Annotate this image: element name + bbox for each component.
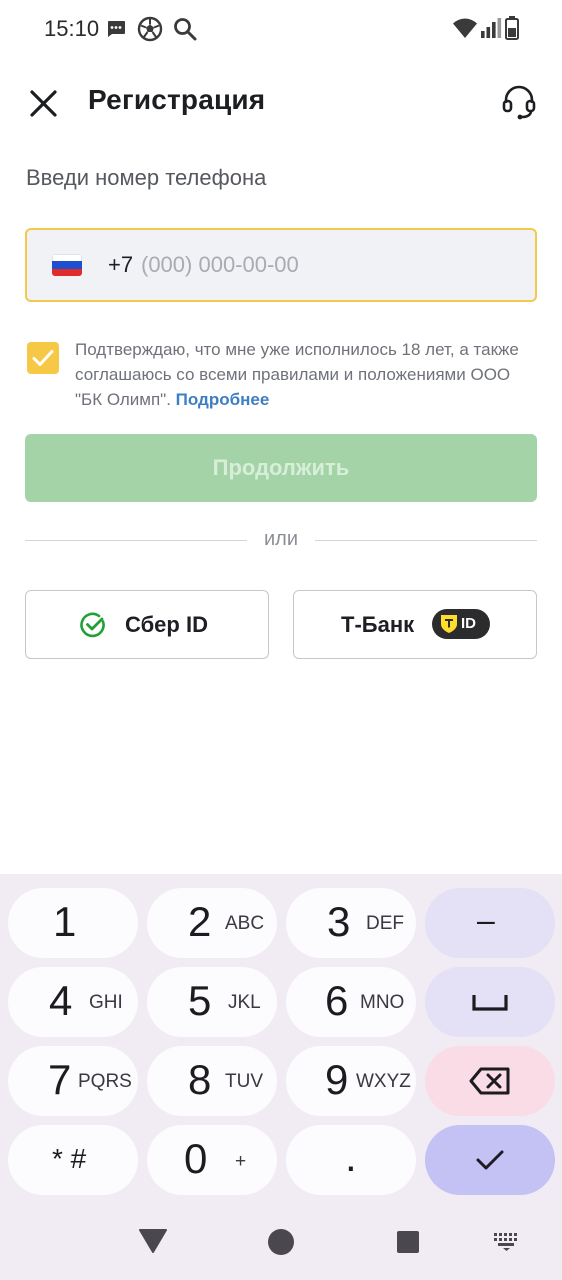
status-bar: 15:10 xyxy=(0,0,562,58)
key-0-plus: + xyxy=(235,1151,247,1172)
headset-icon xyxy=(502,85,536,120)
key-9-digit: 9 xyxy=(325,1056,349,1103)
checkmark-icon xyxy=(32,350,54,366)
checkmark-icon xyxy=(476,1150,504,1170)
key-8[interactable]: 8 TUV xyxy=(147,1046,277,1116)
key-4-letters: GHI xyxy=(89,992,123,1013)
key-0[interactable]: 0 + xyxy=(147,1125,277,1195)
keyboard-switch-icon[interactable] xyxy=(493,1232,521,1252)
key-9-letters: WXYZ xyxy=(356,1071,411,1092)
close-button[interactable] xyxy=(24,84,64,124)
key-6-letters: MNO xyxy=(360,992,405,1013)
phone-label: Введи номер телефона xyxy=(26,165,267,190)
key-6-digit: 6 xyxy=(325,977,349,1024)
key-backspace[interactable] xyxy=(425,1046,555,1116)
key-5[interactable]: 5 JKL xyxy=(147,967,277,1037)
key-2-digit: 2 xyxy=(188,898,212,945)
phone-field[interactable]: +7 xyxy=(25,228,537,302)
space-bar-icon xyxy=(472,995,508,1011)
key-7[interactable]: 7 PQRS xyxy=(8,1046,138,1116)
key-0-digit: 0 xyxy=(184,1135,208,1182)
message-icon xyxy=(108,21,125,37)
backspace-icon xyxy=(469,1067,510,1095)
key-5-digit: 5 xyxy=(188,977,212,1024)
search-icon xyxy=(174,18,197,41)
key-8-letters: TUV xyxy=(225,1071,263,1092)
key-4-digit: 4 xyxy=(49,977,73,1024)
key-minus[interactable]: – xyxy=(425,888,555,958)
key-star-hash-symbol: * # xyxy=(52,1143,87,1174)
sber-id-label: Сбер ID xyxy=(125,612,208,637)
tbank-id-badge: ID xyxy=(432,609,490,639)
tbank-label: Т-Банк xyxy=(341,612,415,637)
app-header: Регистрация xyxy=(0,70,562,136)
key-space[interactable] xyxy=(425,967,555,1037)
consent-body: Подтверждаю, что мне уже исполнилось 18 … xyxy=(75,340,519,409)
key-3-digit: 3 xyxy=(327,898,351,945)
soccer-ball-icon xyxy=(137,16,163,42)
signal-icon xyxy=(481,18,502,38)
russia-flag-icon[interactable] xyxy=(52,254,82,276)
key-4[interactable]: 4 GHI xyxy=(8,967,138,1037)
key-minus-symbol: – xyxy=(477,902,495,938)
consent-details-link[interactable]: Подробнее xyxy=(176,390,270,409)
key-7-digit: 7 xyxy=(48,1056,72,1103)
recents-square-icon[interactable] xyxy=(396,1230,420,1254)
key-7-letters: PQRS xyxy=(78,1071,132,1092)
home-circle-icon[interactable] xyxy=(267,1228,295,1256)
key-8-digit: 8 xyxy=(188,1056,212,1103)
key-dot-symbol: . xyxy=(345,1133,357,1180)
tbank-id-button[interactable]: Т-Банк ID xyxy=(293,590,537,659)
key-dot[interactable]: . xyxy=(286,1125,416,1195)
consent-checkbox[interactable] xyxy=(27,342,59,374)
sber-logo-icon xyxy=(80,612,105,638)
divider-line-right xyxy=(315,540,537,541)
key-3[interactable]: 3 DEF xyxy=(286,888,416,958)
tbank-shield-icon xyxy=(441,615,457,633)
key-5-letters: JKL xyxy=(228,992,261,1013)
system-nav-bar xyxy=(0,1208,562,1280)
tbank-id-text: ID xyxy=(461,615,476,632)
sber-id-button[interactable]: Сбер ID xyxy=(25,590,269,659)
page-title: Регистрация xyxy=(88,84,266,115)
key-2[interactable]: 2 ABC xyxy=(147,888,277,958)
key-enter[interactable] xyxy=(425,1125,555,1195)
or-divider: или xyxy=(25,527,537,555)
battery-icon xyxy=(505,16,519,40)
key-star-hash[interactable]: * # xyxy=(8,1125,138,1195)
key-1-digit: 1 xyxy=(53,898,77,945)
key-3-letters: DEF xyxy=(366,913,404,934)
status-time: 15:10 xyxy=(44,16,100,41)
back-triangle-icon[interactable] xyxy=(139,1228,167,1254)
phone-prefix: +7 xyxy=(108,252,134,277)
continue-button[interactable]: Продолжить xyxy=(25,434,537,502)
wifi-icon xyxy=(453,18,477,38)
key-9[interactable]: 9 WXYZ xyxy=(286,1046,416,1116)
key-1[interactable]: 1 xyxy=(8,888,138,958)
close-icon xyxy=(30,90,57,117)
key-6[interactable]: 6 MNO xyxy=(286,967,416,1037)
phone-input[interactable] xyxy=(141,244,511,286)
support-button[interactable] xyxy=(500,84,538,122)
consent-text: Подтверждаю, что мне уже исполнилось 18 … xyxy=(75,337,540,412)
key-2-letters: ABC xyxy=(225,913,265,934)
